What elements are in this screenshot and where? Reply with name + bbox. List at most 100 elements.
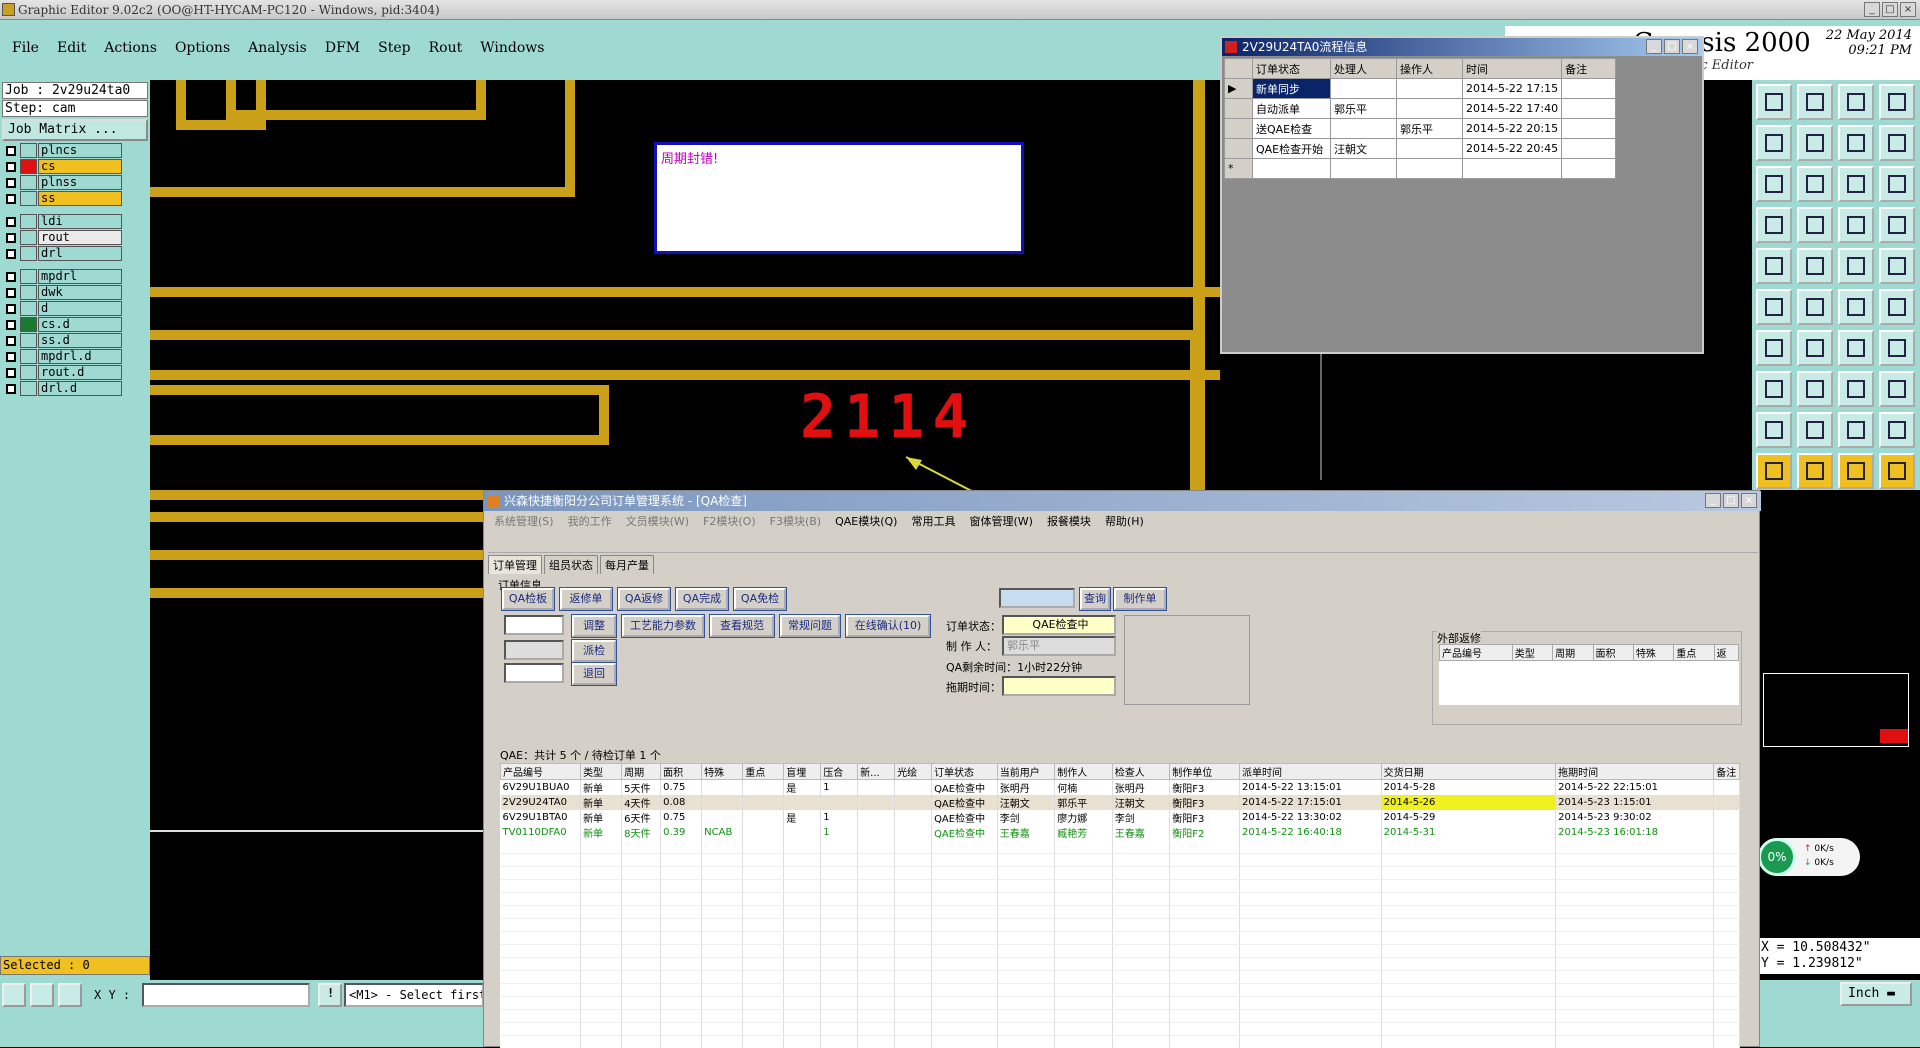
order-cell[interactable]: 0.08: [660, 795, 703, 810]
job-matrix-button[interactable]: Job Matrix ...: [2, 119, 148, 141]
tab-1[interactable]: 组员状态: [544, 555, 598, 574]
order-header[interactable]: 拖期时间: [1555, 763, 1715, 780]
flow-cell[interactable]: [1396, 78, 1463, 99]
order-cell[interactable]: 2014-5-31: [1381, 825, 1557, 840]
row-selector[interactable]: [1224, 138, 1253, 159]
order-menu-item[interactable]: 帮助(H): [1105, 513, 1144, 529]
menu-windows[interactable]: Windows: [480, 40, 544, 56]
tool-button-9-2[interactable]: [1838, 453, 1874, 489]
maximize-button[interactable]: □: [1664, 39, 1680, 54]
minimize-button[interactable]: _: [1646, 39, 1662, 54]
tool-button-1-0[interactable]: [1756, 125, 1792, 161]
tool-button-6-0[interactable]: [1756, 330, 1792, 366]
order-header[interactable]: 制作人: [1054, 763, 1113, 780]
tool-button-9-1[interactable]: [1797, 453, 1833, 489]
order-cell[interactable]: 2014-5-22 17:15:01: [1239, 795, 1382, 810]
tool-button-4-3[interactable]: [1879, 248, 1915, 284]
order-header[interactable]: 盲埋: [783, 763, 822, 780]
order-cell[interactable]: 王春嘉: [1112, 825, 1171, 840]
layer-checkbox[interactable]: [6, 217, 16, 227]
layer-checkbox[interactable]: [6, 320, 16, 330]
tool-button-3-1[interactable]: [1797, 207, 1833, 243]
tool-button-7-1[interactable]: [1797, 371, 1833, 407]
order-header[interactable]: 检查人: [1111, 763, 1171, 780]
tool-button-6-1[interactable]: [1797, 330, 1833, 366]
dispatch-button[interactable]: 派检: [571, 639, 617, 663]
order-cell[interactable]: 2014-5-26: [1381, 795, 1557, 810]
order-cell[interactable]: 汪朝文: [1112, 795, 1171, 810]
order-menu-item[interactable]: 文员模块(W): [626, 513, 689, 529]
order-cell[interactable]: 0.75: [660, 810, 703, 825]
flow-cell[interactable]: 汪朝文: [1330, 138, 1397, 159]
layer-checkbox[interactable]: [6, 352, 16, 362]
layer-name[interactable]: cs: [38, 159, 122, 174]
order-cell[interactable]: [1713, 779, 1740, 795]
layer-row-cs-d[interactable]: cs.d: [2, 317, 148, 332]
order-cell[interactable]: [742, 825, 785, 840]
layer-checkbox[interactable]: [6, 249, 16, 259]
order-cell[interactable]: 4天件: [621, 795, 662, 810]
order-cell[interactable]: 新单: [580, 810, 623, 825]
order-cell[interactable]: 是: [783, 779, 822, 795]
order-cell[interactable]: [1713, 795, 1740, 810]
order-cell[interactable]: 2014-5-28: [1381, 779, 1557, 795]
order-cell[interactable]: [701, 779, 744, 795]
order-cell[interactable]: 张明丹: [997, 779, 1056, 795]
make-order-button[interactable]: 制作单: [1113, 587, 1167, 611]
flow-cell[interactable]: [1561, 78, 1617, 99]
order-cell[interactable]: [701, 795, 744, 810]
snap-icon[interactable]: [2, 983, 26, 1007]
flow-header[interactable]: 处理人: [1330, 58, 1397, 79]
order-cell[interactable]: 2014-5-22 22:15:01: [1555, 779, 1715, 795]
tool-button-5-0[interactable]: [1756, 289, 1792, 325]
order-menu-item[interactable]: F3模块(B): [770, 513, 821, 529]
tool-button-2-1[interactable]: [1797, 166, 1833, 202]
maker-field[interactable]: 郭乐平: [1002, 636, 1116, 656]
layer-row-ss[interactable]: ss: [2, 191, 148, 206]
external-header[interactable]: 返: [1713, 644, 1740, 661]
overview-map[interactable]: [1763, 673, 1909, 747]
maximize-button[interactable]: □: [1723, 493, 1739, 508]
order-header[interactable]: 重点: [742, 763, 785, 780]
grid-icon[interactable]: [58, 983, 82, 1007]
tool-button-0-3[interactable]: [1879, 84, 1915, 120]
minimize-button[interactable]: _: [1864, 2, 1880, 17]
order-cell[interactable]: 是: [783, 810, 822, 825]
flow-cell[interactable]: [1561, 138, 1617, 159]
order-cell[interactable]: QAE检查中: [931, 825, 998, 840]
layer-name[interactable]: ss: [38, 191, 122, 206]
tool-button-3-3[interactable]: [1879, 207, 1915, 243]
order-cell[interactable]: 5天件: [621, 779, 662, 795]
order-cell[interactable]: 新单: [580, 779, 623, 795]
minimize-button[interactable]: _: [1705, 493, 1721, 508]
tool-button-9-0[interactable]: [1756, 453, 1792, 489]
layer-row-plnss[interactable]: plnss: [2, 175, 148, 190]
layer-row-drl[interactable]: drl: [2, 246, 148, 261]
order-cell[interactable]: [894, 795, 933, 810]
order-header[interactable]: 制作单位: [1169, 763, 1240, 780]
qa-button-4[interactable]: QA免检: [733, 587, 787, 611]
order-cell[interactable]: 1: [820, 779, 859, 795]
table-row[interactable]: TV0110DFA0 新单 8天件 0.39 NCAB 1 QAE检查中 王春嘉 臧艳芳 王春嘉衡…: [500, 825, 1740, 840]
layer-name[interactable]: drl.d: [38, 381, 122, 396]
flow-header[interactable]: 时间: [1461, 58, 1563, 79]
layer-name[interactable]: ss.d: [38, 333, 122, 348]
order-cell[interactable]: 6V29U1BUA0: [500, 779, 582, 795]
tool-button-row2-0[interactable]: 调整: [571, 614, 617, 638]
order-cell[interactable]: 郭乐平: [1054, 795, 1113, 810]
order-cell[interactable]: 2V29U24TA0: [500, 795, 582, 810]
order-cell[interactable]: [894, 779, 933, 795]
delay-field[interactable]: [1002, 676, 1116, 696]
filter-dropdown[interactable]: [504, 615, 564, 635]
layer-row-mpdrl[interactable]: mpdrl: [2, 269, 148, 284]
flow-cell[interactable]: 自动派单: [1252, 98, 1331, 119]
menu-dfm[interactable]: DFM: [325, 40, 360, 56]
tool-button-3-2[interactable]: [1838, 207, 1874, 243]
tool-button-9-3[interactable]: [1879, 453, 1915, 489]
flow-header[interactable]: 备注: [1561, 58, 1617, 79]
menu-actions[interactable]: Actions: [104, 40, 157, 56]
order-cell[interactable]: 2014-5-22 13:15:01: [1239, 779, 1382, 795]
tool-button-8-3[interactable]: [1879, 412, 1915, 448]
tool-button-2-2[interactable]: [1838, 166, 1874, 202]
tool-button-8-1[interactable]: [1797, 412, 1833, 448]
